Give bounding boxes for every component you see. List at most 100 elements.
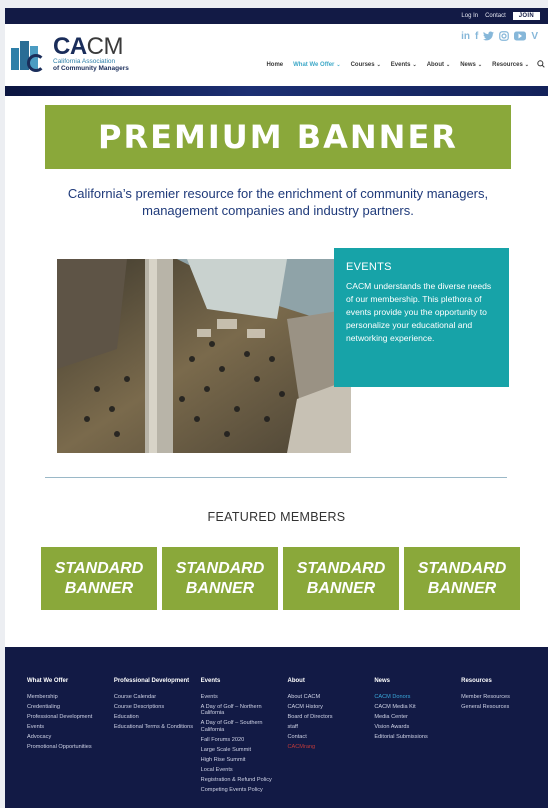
footer-link[interactable]: Contact: [287, 734, 368, 741]
footer-link[interactable]: Member Resources: [461, 694, 542, 701]
standard-banner-label: STANDARD BANNER: [175, 559, 265, 597]
contact-link[interactable]: Contact: [485, 13, 506, 19]
chevron-down-icon: ⌄: [524, 62, 529, 68]
standard-banners: STANDARD BANNER STANDARD BANNER STANDARD…: [41, 547, 520, 610]
footer-link[interactable]: CACM History: [287, 704, 368, 711]
search-icon[interactable]: [537, 60, 545, 70]
social-links: in f V: [461, 31, 538, 44]
footer-heading: Resources: [461, 678, 492, 684]
footer-heading: What We Offer: [27, 678, 69, 684]
footer-link[interactable]: Events: [201, 694, 282, 701]
footer-link[interactable]: Course Calendar: [114, 694, 195, 701]
footer-link[interactable]: Events: [27, 724, 108, 731]
logo-line-2: of Community Managers: [53, 65, 129, 72]
nav-what-we-offer[interactable]: What We Offer ⌄: [293, 62, 340, 68]
footer-link[interactable]: Course Descriptions: [114, 704, 195, 711]
linkedin-icon[interactable]: in: [461, 31, 470, 44]
nav-resources[interactable]: Resources ⌄: [492, 62, 529, 68]
vimeo-icon[interactable]: V: [531, 31, 538, 44]
chevron-down-icon: ⌄: [446, 62, 451, 68]
nav-news-label: News: [460, 62, 476, 68]
footer-col-about: About About CACM CACM History Board of D…: [287, 678, 374, 808]
footer-link[interactable]: CACMrang: [287, 744, 368, 751]
events-callout-title: EVENTS: [346, 261, 392, 273]
hero-strip: [5, 86, 548, 96]
page-frame: Log In Contact JOIN CACM California Asso…: [5, 8, 548, 808]
section-divider: [45, 477, 507, 478]
chevron-down-icon: ⌄: [412, 62, 417, 68]
footer-link[interactable]: About CACM: [287, 694, 368, 701]
standard-banner-label: STANDARD BANNER: [417, 559, 507, 597]
nav-news[interactable]: News ⌄: [460, 62, 482, 68]
footer-link[interactable]: Credentialing: [27, 704, 108, 711]
nav-events[interactable]: Events ⌄: [391, 62, 417, 68]
footer-link[interactable]: Registration & Refund Policy: [201, 777, 282, 784]
premium-banner[interactable]: PREMIUM BANNER: [45, 105, 511, 169]
standard-banner-4[interactable]: STANDARD BANNER: [404, 547, 520, 610]
footer-link[interactable]: Board of Directors: [287, 714, 368, 721]
footer-link[interactable]: staff: [287, 724, 368, 731]
youtube-icon[interactable]: [514, 31, 527, 44]
nav-what-we-offer-label: What We Offer: [293, 62, 335, 68]
featured-members-title: FEATURED MEMBERS: [207, 510, 346, 524]
footer-heading: Events: [200, 678, 221, 684]
standard-banner-3[interactable]: STANDARD BANNER: [283, 547, 399, 610]
join-button[interactable]: JOIN: [512, 12, 540, 20]
tagline: California’s premier resource for the en…: [67, 186, 489, 218]
twitter-icon[interactable]: [483, 31, 495, 44]
footer-col-resources: Resources Member Resources General Resou…: [461, 678, 548, 808]
footer-link[interactable]: Education: [114, 714, 195, 721]
standard-banner-1[interactable]: STANDARD BANNER: [41, 547, 157, 610]
events-callout-text: CACM understands the diverse needs of ou…: [346, 281, 492, 343]
events-photo: [57, 259, 351, 453]
login-link[interactable]: Log In: [461, 13, 478, 19]
site-header: CACM California Association of Community…: [5, 24, 548, 86]
events-callout: EVENTS CACM understands the diverse need…: [334, 248, 509, 387]
footer-link[interactable]: Membership: [27, 694, 108, 701]
footer-link[interactable]: General Resources: [461, 704, 542, 711]
footer-link[interactable]: Fall Forums 2020: [201, 737, 282, 744]
facebook-icon[interactable]: f: [475, 31, 478, 44]
logo-wordmark: CACM California Association of Community…: [53, 33, 129, 73]
footer-link[interactable]: Professional Development: [27, 714, 108, 721]
footer-link[interactable]: Advocacy: [27, 734, 108, 741]
footer-col-news: News CACM Donors CACM Media Kit Media Ce…: [374, 678, 461, 808]
logo-buildings-icon: [11, 38, 49, 72]
premium-banner-label: PREMIUM BANNER: [98, 118, 458, 156]
footer-col-what-we-offer: What We Offer Membership Credentialing P…: [27, 678, 114, 808]
footer-link[interactable]: A Day of Golf – Northern California: [201, 704, 282, 717]
footer-link[interactable]: Competing Events Policy: [201, 787, 282, 794]
footer-link[interactable]: Educational Terms & Conditions: [114, 724, 195, 731]
footer-heading: News: [374, 678, 390, 684]
nav-resources-label: Resources: [492, 62, 523, 68]
utility-bar: Log In Contact JOIN: [5, 8, 548, 24]
nav-courses-label: Courses: [350, 62, 375, 68]
standard-banner-label: STANDARD BANNER: [54, 559, 144, 597]
main-nav: Home What We Offer ⌄ Courses ⌄ Events ⌄ Abo…: [256, 60, 545, 70]
footer-link[interactable]: Promotional Opportunities: [27, 744, 108, 751]
footer-link[interactable]: Large Scale Summit: [201, 747, 282, 754]
nav-courses[interactable]: Courses ⌄: [351, 62, 381, 68]
site-footer: What We Offer Membership Credentialing P…: [5, 647, 548, 808]
chevron-down-icon: ⌄: [376, 62, 381, 68]
footer-link[interactable]: Media Center: [374, 714, 455, 721]
footer-link[interactable]: Vision Awards: [374, 724, 455, 731]
footer-link[interactable]: Editorial Submissions: [374, 734, 455, 741]
standard-banner-label: STANDARD BANNER: [296, 559, 386, 597]
standard-banner-2[interactable]: STANDARD BANNER: [162, 547, 278, 610]
cacm-logo[interactable]: CACM California Association of Community…: [11, 33, 129, 73]
logo-ca: CA: [53, 33, 87, 60]
footer-link[interactable]: Local Events: [201, 767, 282, 774]
chevron-down-icon: ⌄: [477, 62, 483, 68]
nav-home[interactable]: Home: [266, 62, 283, 68]
footer-col-events: Events Events A Day of Golf – Northern C…: [201, 678, 288, 808]
footer-link[interactable]: CACM Donors: [374, 694, 455, 701]
footer-link[interactable]: CACM Media Kit: [374, 704, 455, 711]
footer-link[interactable]: A Day of Golf – Southern California: [201, 720, 282, 733]
chevron-down-icon: ⌄: [336, 62, 341, 68]
nav-about[interactable]: About ⌄: [427, 62, 451, 68]
logo-cm: CM: [86, 33, 124, 60]
nav-about-label: About: [426, 62, 445, 68]
instagram-icon[interactable]: [499, 31, 510, 44]
footer-link[interactable]: High Rise Summit: [201, 757, 282, 764]
